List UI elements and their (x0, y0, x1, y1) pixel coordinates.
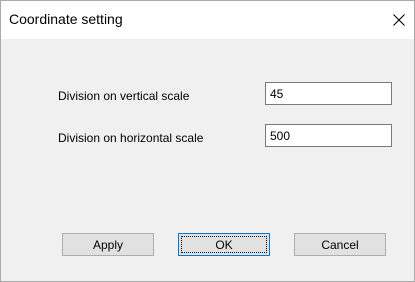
ok-button[interactable]: OK (178, 233, 270, 256)
ok-button-label: OK (215, 237, 233, 252)
vertical-scale-input[interactable] (265, 82, 392, 105)
vertical-scale-label: Division on vertical scale (58, 89, 190, 103)
cancel-button[interactable]: Cancel (294, 233, 386, 256)
cancel-button-label: Cancel (321, 237, 359, 252)
apply-button-label: Apply (92, 237, 124, 252)
horizontal-scale-input[interactable] (265, 124, 392, 147)
close-icon (393, 14, 405, 26)
dialog-title: Coordinate setting (9, 11, 123, 27)
title-bar: Coordinate setting (1, 1, 414, 39)
apply-button[interactable]: Apply (62, 233, 154, 256)
coordinate-setting-dialog: Coordinate setting Division on vertical … (0, 0, 415, 282)
close-button[interactable] (384, 1, 414, 39)
horizontal-scale-label: Division on horizontal scale (58, 131, 204, 145)
dialog-body: Division on vertical scale Division on h… (1, 39, 414, 281)
